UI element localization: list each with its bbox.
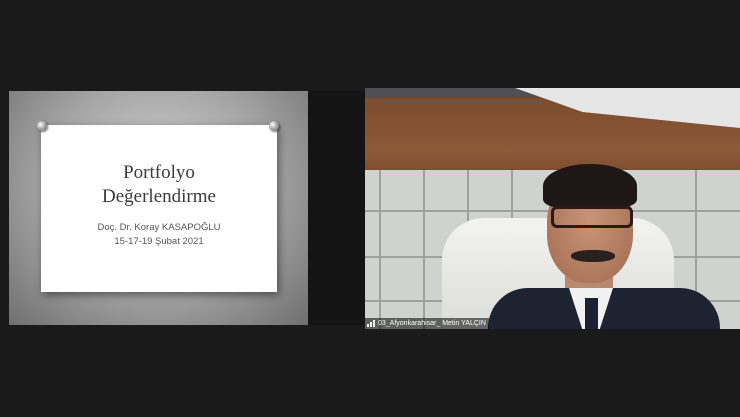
- participant-video-tile[interactable]: 03_Afyonkarahisar_ Metin YALÇIN: [365, 88, 740, 329]
- glasses: [551, 206, 633, 228]
- grid-line: [423, 170, 425, 329]
- person-tie: [585, 298, 598, 329]
- signal-bars-icon: [367, 320, 375, 327]
- tile-divider: [308, 91, 365, 325]
- person-hair: [543, 164, 637, 208]
- mustache: [571, 250, 615, 262]
- participant-name-bar: 03_Afyonkarahisar_ Metin YALÇIN: [365, 318, 489, 329]
- grid-line: [379, 170, 381, 329]
- pushpin-icon: [269, 121, 279, 131]
- pushpin-icon: [37, 121, 47, 131]
- slide-title-line2: Değerlendirme: [102, 186, 216, 207]
- slide-title-line1: Portfolyo: [123, 162, 195, 183]
- slide-card: Portfolyo Değerlendirme Doç. Dr. Koray K…: [41, 125, 277, 292]
- participant-name: 03_Afyonkarahisar_ Metin YALÇIN: [378, 320, 486, 327]
- screen-share-tile[interactable]: Portfolyo Değerlendirme Doç. Dr. Koray K…: [9, 91, 308, 325]
- slide-dates: 15-17-19 Şubat 2021: [114, 236, 204, 247]
- slide-author: Doç. Dr. Koray KASAPOĞLU: [97, 222, 221, 233]
